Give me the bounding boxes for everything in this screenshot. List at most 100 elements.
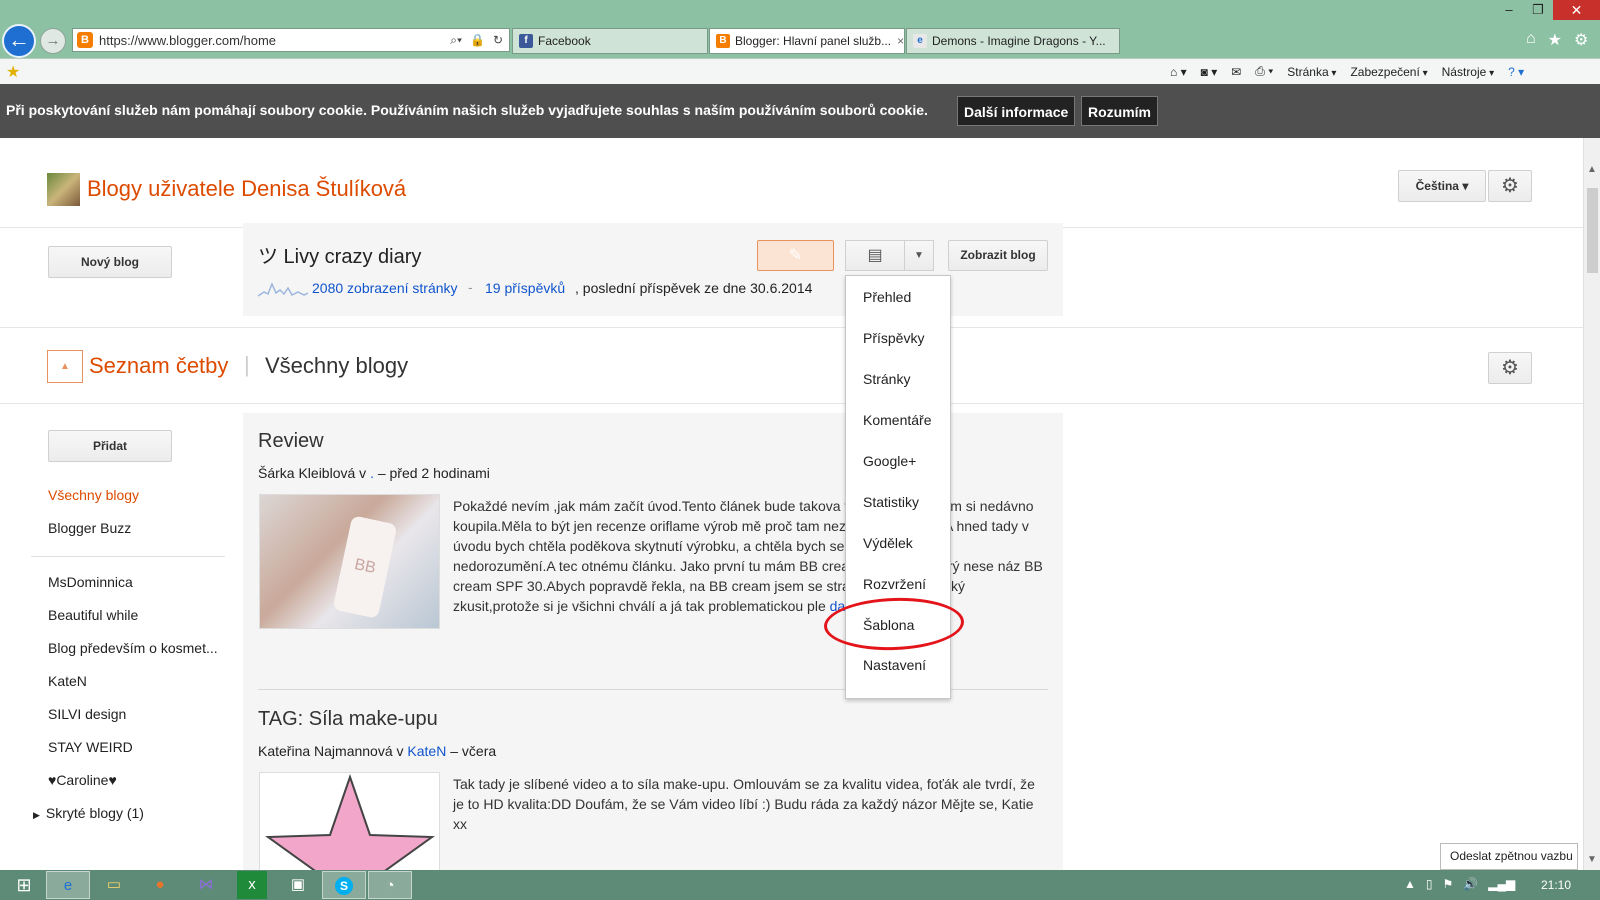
print-icon[interactable]: ⎙ ▾ — [1255, 64, 1273, 79]
minimize-button[interactable]: – — [1495, 0, 1523, 20]
search-icon[interactable]: ⌕▾ — [450, 33, 462, 48]
blog-menu-toggle[interactable]: ▼ — [904, 240, 934, 271]
post-excerpt: Pokaždé nevím ,jak mám začít úvod.Tento … — [453, 496, 1043, 616]
cookie-accept-button[interactable]: Rozumím — [1081, 96, 1158, 126]
address-bar[interactable]: B https://www.blogger.com/home ⌕▾ 🔒 ↻ — [72, 28, 510, 52]
address-actions: ⌕▾ 🔒 ↻ — [450, 33, 509, 48]
tab-youtube[interactable]: e Demons - Imagine Dragons - Y... — [906, 28, 1120, 54]
settings-gear-icon[interactable]: ⚙ — [1574, 30, 1588, 50]
lock-icon[interactable]: 🔒 — [470, 33, 485, 48]
menu-item-comments[interactable]: Komentáře — [863, 412, 931, 428]
paint-icon[interactable]: ◔ — [368, 871, 412, 899]
network-icon[interactable]: ▂▄▆ — [1488, 877, 1515, 891]
add-favorite-icon[interactable]: ★ — [6, 62, 20, 82]
excel-icon[interactable]: x — [237, 871, 267, 899]
mail-icon[interactable]: ✉ — [1231, 65, 1241, 79]
home-icon[interactable]: ⌂ — [1526, 30, 1536, 50]
refresh-icon[interactable]: ↻ — [493, 33, 503, 48]
phone-icon[interactable]: ▯ — [1426, 877, 1433, 891]
menu-item-overview[interactable]: Přehled — [863, 289, 911, 305]
feedback-button[interactable]: Odeslat zpětnou vazbu — [1440, 843, 1578, 870]
home-cmd-icon[interactable]: ⌂ ▾ — [1170, 65, 1187, 79]
reading-settings-button[interactable]: ⚙ — [1488, 352, 1532, 384]
posts-list-button[interactable]: ▤ — [845, 240, 905, 271]
system-tray: ▲ ▯ ⚑ 🔊 ▂▄▆ — [1404, 877, 1515, 891]
security-menu[interactable]: Zabezpečení — [1350, 65, 1427, 79]
post-source-link[interactable]: KateN — [407, 743, 446, 759]
close-window-button[interactable]: ✕ — [1553, 0, 1600, 20]
post-source-link[interactable]: . — [370, 465, 374, 481]
new-post-button[interactable]: ✎ — [757, 240, 834, 271]
menu-item-earnings[interactable]: Výdělek — [863, 535, 913, 551]
post-title[interactable]: Review — [258, 430, 324, 453]
tab-blogger[interactable]: B Blogger: Hlavní panel služb... × — [709, 28, 905, 54]
language-label: Čeština — [1415, 179, 1459, 193]
favorites-icon[interactable]: ★ — [1548, 30, 1562, 50]
sidebar-item-beautiful-while[interactable]: Beautiful while — [48, 607, 138, 623]
cookie-more-button[interactable]: Další informace — [957, 96, 1076, 126]
post-thumbnail[interactable] — [259, 772, 440, 870]
all-blogs-title: Všechny blogy — [265, 353, 409, 378]
blogger-favicon-icon: B — [77, 32, 93, 48]
sidebar-item-kosmetika[interactable]: Blog především o kosmet... — [48, 640, 218, 656]
new-blog-button[interactable]: Nový blog — [48, 246, 172, 278]
show-hidden-icons[interactable]: ▲ — [1404, 877, 1416, 891]
menu-item-google-plus[interactable]: Google+ — [863, 453, 916, 469]
forward-button[interactable]: → — [40, 28, 66, 54]
clock[interactable]: 21:10 — [1541, 878, 1571, 892]
blog-name[interactable]: ツ Livy crazy diary — [258, 240, 421, 269]
scroll-down-icon[interactable]: ▼ — [1587, 854, 1597, 865]
menu-item-posts[interactable]: Příspěvky — [863, 330, 924, 346]
menu-item-layout[interactable]: Rozvržení — [863, 576, 926, 592]
internet-explorer-icon[interactable]: e — [46, 871, 90, 899]
sidebar-item-caroline[interactable]: ♥Caroline♥ — [48, 772, 117, 788]
collapse-reading-button[interactable]: ▲ — [47, 350, 83, 383]
start-button[interactable]: ⊞ — [2, 871, 46, 899]
language-select[interactable]: Čeština ▾ — [1398, 170, 1486, 202]
sidebar-item-all-blogs[interactable]: Všechny blogy — [48, 487, 139, 503]
avatar[interactable] — [47, 173, 80, 206]
url-text[interactable]: https://www.blogger.com/home — [99, 33, 450, 48]
help-icon[interactable]: ? ▾ — [1508, 65, 1524, 79]
back-button[interactable]: ← — [2, 24, 36, 58]
pink-star-image — [265, 773, 435, 870]
sidebar-divider — [31, 556, 225, 557]
scroll-thumb[interactable] — [1587, 188, 1598, 273]
expand-arrow-icon: ▶ — [33, 810, 40, 820]
sidebar-item-silvi-design[interactable]: SILVI design — [48, 706, 126, 722]
sidebar-item-katen[interactable]: KateN — [48, 673, 87, 689]
sidebar-item-msdominnica[interactable]: MsDominnica — [48, 574, 133, 590]
post-thumbnail[interactable]: BB — [259, 494, 440, 629]
photo-viewer-icon[interactable]: ▣ — [276, 871, 320, 899]
hidden-blogs-label: Skryté blogy (1) — [45, 805, 144, 821]
view-blog-button[interactable]: Zobrazit blog — [948, 240, 1048, 271]
gear-icon: ⚙ — [1501, 357, 1519, 379]
feeds-icon[interactable]: ◙ ▾ — [1201, 65, 1218, 79]
browser-toolbar-icons: ⌂ ★ ⚙ — [1526, 30, 1588, 50]
skype-icon[interactable]: S — [322, 871, 366, 899]
scroll-up-icon[interactable]: ▲ — [1587, 164, 1597, 175]
sidebar-item-hidden-blogs[interactable]: ▶ Skryté blogy (1) — [33, 805, 144, 821]
add-button[interactable]: Přidat — [48, 430, 172, 462]
flag-icon[interactable]: ⚑ — [1443, 877, 1454, 891]
page-menu[interactable]: Stránka — [1287, 65, 1336, 79]
volume-icon[interactable]: 🔊 — [1463, 877, 1478, 891]
tab-facebook[interactable]: f Facebook — [512, 28, 708, 54]
settings-button[interactable]: ⚙ — [1488, 170, 1532, 202]
menu-item-settings[interactable]: Nastavení — [863, 657, 926, 673]
last-post-info: , poslední příspěvek ze dne 30.6.2014 — [575, 280, 813, 296]
menu-item-pages[interactable]: Stránky — [863, 371, 910, 387]
posts-count-link[interactable]: 19 příspěvků — [485, 280, 565, 296]
file-explorer-icon[interactable]: ▭ — [92, 871, 136, 899]
firefox-icon[interactable]: ● — [138, 871, 182, 899]
sidebar-item-blogger-buzz[interactable]: Blogger Buzz — [48, 520, 131, 536]
tools-menu[interactable]: Nástroje — [1442, 65, 1495, 79]
menu-item-stats[interactable]: Statistiky — [863, 494, 919, 510]
maximize-button[interactable]: ❐ — [1524, 0, 1552, 20]
post-title[interactable]: TAG: Síla make-upu — [258, 708, 438, 731]
page-scrollbar[interactable]: ▲ ▼ — [1583, 138, 1600, 870]
sidebar-item-stay-weird[interactable]: STAY WEIRD — [48, 739, 133, 755]
views-link[interactable]: 2080 zobrazení stránky — [312, 280, 458, 296]
visual-studio-icon[interactable]: ⋈ — [184, 871, 228, 899]
close-tab-icon[interactable]: × — [891, 34, 904, 48]
